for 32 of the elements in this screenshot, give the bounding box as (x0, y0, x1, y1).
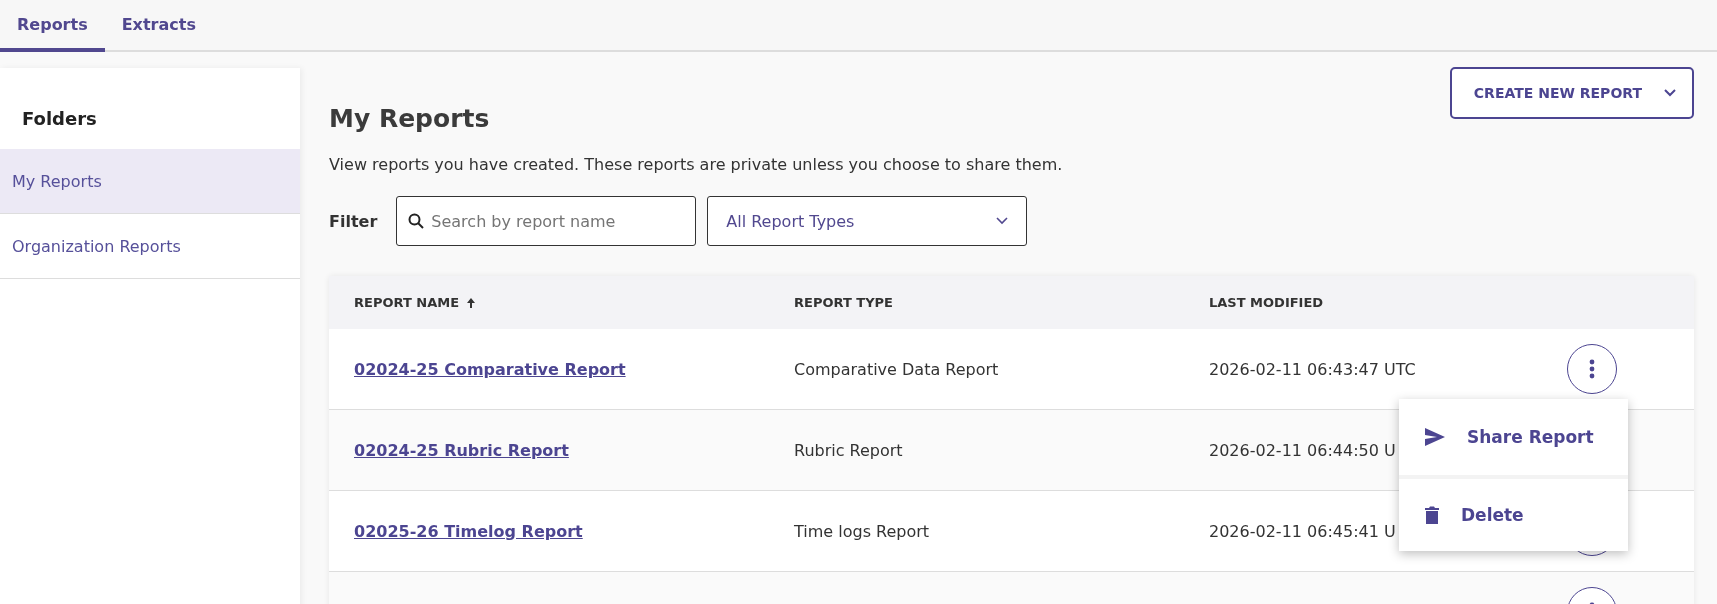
page-description: View reports you have created. These reports are private unless you choose to share them. (329, 155, 1064, 174)
filter-label: Filter (329, 211, 378, 231)
send-icon (1425, 428, 1445, 446)
column-header[interactable]: REPORT NAME (354, 295, 794, 310)
search-icon (408, 213, 425, 229)
tab[interactable]: Extracts (104, 0, 213, 52)
table-cell: Time logs Report (794, 521, 930, 541)
report-type-select[interactable]: All Report Types (707, 196, 1028, 246)
table-cell: 2026-02-11 06:44:50 U (1209, 440, 1396, 460)
folder-item[interactable]: Organization Reports (0, 214, 300, 279)
menu-item[interactable]: Share Report (1399, 399, 1628, 475)
tab[interactable]: Reports (0, 0, 105, 52)
trash-icon (1425, 506, 1439, 524)
column-header[interactable]: REPORT TYPE (794, 295, 1209, 310)
report-link[interactable]: 02024-25 Comparative Report (354, 359, 626, 379)
more-actions-button[interactable] (1567, 344, 1617, 394)
column-header[interactable]: LAST MODIFIED (1209, 295, 1554, 310)
table-cell: 2026-02-11 06:43:47 UTC (1209, 359, 1416, 379)
page-title: My Reports (329, 104, 490, 133)
table-cell: Rubric Report (794, 440, 903, 460)
folder-item[interactable]: My Reports (0, 149, 300, 214)
table-cell: Comparative Data Report (794, 359, 999, 379)
search-field[interactable]: Search by report name (396, 196, 697, 246)
chevron-down-icon (1664, 89, 1676, 97)
create-report-button[interactable]: CREATE NEW REPORT (1449, 67, 1694, 119)
chevron-down-icon (996, 217, 1009, 225)
report-link[interactable]: 02025-26 Timelog Report (354, 521, 583, 541)
table-cell: 2026-02-11 06:45:41 U (1209, 521, 1396, 541)
report-link[interactable]: 02024-25 Rubric Report (354, 440, 569, 460)
sidebar-title: Folders (21, 107, 98, 131)
more-vert-icon (1589, 359, 1595, 379)
menu-item[interactable]: Delete (1399, 475, 1628, 551)
